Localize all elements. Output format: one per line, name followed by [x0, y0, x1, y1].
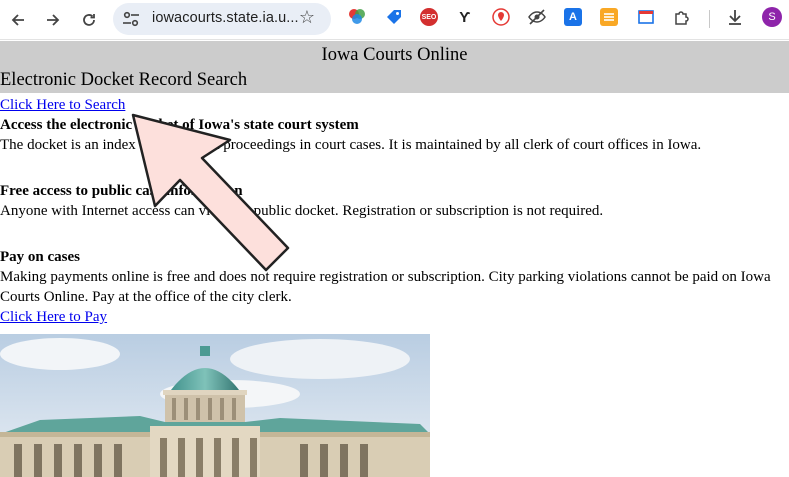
section-heading-access: Access the electronic docket of Iowa's s…	[0, 117, 359, 133]
reload-icon	[83, 14, 95, 26]
seo-icon[interactable]: SEO	[420, 8, 438, 26]
forward-arrow-icon	[47, 14, 60, 26]
page-subtitle: Electronic Docket Record Search	[0, 70, 248, 90]
forward-button[interactable]	[39, 6, 67, 34]
site-settings-icon[interactable]	[122, 11, 140, 27]
courthouse-photo	[0, 334, 430, 477]
bookmark-star-icon[interactable]: ☆	[296, 6, 318, 28]
search-link[interactable]: Click Here to Search	[0, 97, 125, 113]
download-icon[interactable]	[726, 8, 744, 26]
profile-avatar[interactable]: S	[762, 7, 782, 27]
tag-icon[interactable]	[385, 8, 403, 26]
seo-label: SEO	[421, 13, 437, 21]
color-wheel-icon[interactable]	[348, 8, 366, 26]
section-heading-pay: Pay on cases	[0, 249, 80, 265]
window-icon[interactable]	[637, 8, 655, 26]
eye-slash-icon[interactable]	[528, 8, 546, 26]
translate-icon[interactable]: A	[564, 8, 582, 26]
main-content: Click Here to Search Access the electron…	[0, 95, 789, 327]
section-body-free-access: Anyone with Internet access can view the…	[0, 203, 604, 219]
reload-button[interactable]	[75, 6, 103, 34]
y-icon[interactable]: Ƴ	[456, 8, 474, 26]
toolbar-divider	[709, 10, 710, 28]
site-header: Iowa Courts Online Electronic Docket Rec…	[0, 41, 789, 93]
url-text: iowacourts.state.ia.u...	[152, 10, 299, 26]
puzzle-icon[interactable]	[673, 8, 691, 26]
browser-toolbar: iowacourts.state.ia.u... ☆ SEO Ƴ A S	[0, 0, 789, 40]
map-pin-icon[interactable]	[492, 8, 510, 26]
note-icon[interactable]	[600, 8, 618, 26]
section-heading-free-access: Free access to public case information	[0, 183, 243, 199]
section-body-pay: Making payments online is free and does …	[0, 269, 771, 305]
back-button[interactable]	[4, 6, 32, 34]
site-title: Iowa Courts Online	[321, 45, 468, 65]
back-arrow-icon	[11, 14, 24, 26]
pay-link[interactable]: Click Here to Pay	[0, 309, 107, 325]
section-body-access: The docket is an index of filings and pr…	[0, 137, 702, 153]
